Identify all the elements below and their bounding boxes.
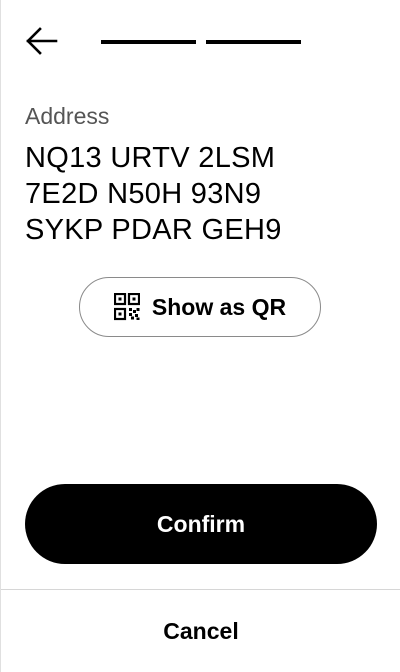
progress-step-2 [206, 40, 301, 44]
address-line-2: 7E2D N50H 93N9 [25, 178, 262, 210]
show-as-qr-label: Show as QR [151, 293, 287, 320]
arrow-left-icon [24, 26, 58, 61]
back-button[interactable] [21, 26, 61, 60]
confirm-button[interactable]: Confirm [25, 484, 377, 564]
address-value: NQ13 URTV 2LSM 7E2D N50H 93N9 SYKP PDAR … [25, 140, 385, 248]
confirm-label: Confirm [156, 510, 246, 537]
progress-step-1 [101, 40, 196, 44]
qr-code-icon [113, 293, 140, 321]
cancel-label: Cancel [163, 617, 239, 644]
show-as-qr-button[interactable]: Show as QR [79, 277, 321, 337]
address-line-1: NQ13 URTV 2LSM [25, 142, 276, 174]
cancel-button[interactable]: Cancel [1, 590, 400, 672]
address-label: Address [25, 103, 110, 129]
progress-indicator [101, 40, 301, 44]
address-line-3: SYKP PDAR GEH9 [25, 214, 282, 246]
